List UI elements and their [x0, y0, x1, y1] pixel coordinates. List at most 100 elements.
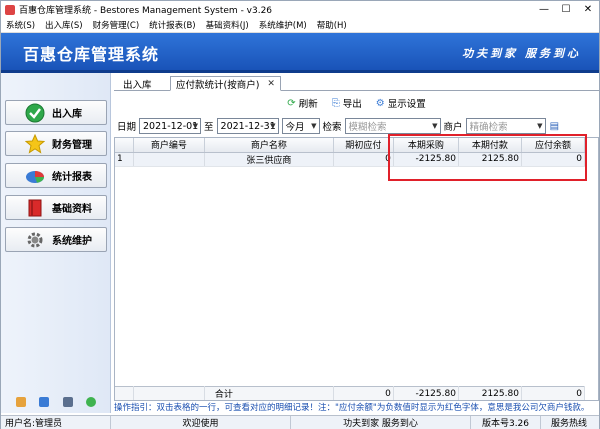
total-purchase: -2125.80: [393, 386, 459, 400]
col-header[interactable]: 应付余额: [521, 138, 586, 153]
grid-table: 商户编号 商户名称 期初应付 本期采购 本期付款 应付余额 1 张三供应商 0: [115, 138, 586, 167]
chevron-down-icon: ▼: [537, 122, 543, 130]
refresh-icon: ⟳: [287, 97, 296, 109]
sidebar-item-label: 系统维护: [52, 236, 92, 247]
period-value: 今月: [285, 122, 305, 133]
toolbar: ⟳ 刷新 ⎘ 导出 ⚙ 显示设置: [114, 95, 599, 111]
col-header[interactable]: 本期付款: [458, 138, 522, 153]
data-grid: 商户编号 商户名称 期初应付 本期采购 本期付款 应付余额 1 张三供应商 0: [114, 137, 599, 401]
chevron-down-icon: ▼: [311, 122, 317, 130]
to-label: 至: [204, 122, 214, 133]
merchant-placeholder: 精确检索: [469, 122, 508, 133]
merchant-name: 张三供应商: [204, 152, 334, 167]
search-label: 检索: [322, 122, 342, 133]
minimize-icon[interactable]: —: [533, 1, 555, 18]
main-panel: 出入库 应付款统计(按商户) ✕ ⟳ 刷新 ⎘ 导出 ⚙ 显示设置 日期 202…: [114, 73, 599, 413]
menu-system[interactable]: 系统(S): [1, 19, 40, 31]
grid-total-row: 合计 0 -2125.80 2125.80 0: [115, 386, 598, 400]
close-icon[interactable]: ✕: [577, 1, 599, 18]
col-header[interactable]: 商户编号: [133, 138, 205, 153]
sidebar-item-reports[interactable]: 统计报表: [5, 163, 107, 188]
status-slogan: 功夫到家 服务到心: [291, 415, 471, 429]
period-purchase: -2125.80: [393, 152, 459, 167]
row-number: 1: [115, 152, 134, 167]
sidebar-item-basic-data[interactable]: 基础资料: [5, 195, 107, 220]
tab-label: 出入库: [123, 79, 152, 91]
total-cell: [133, 386, 205, 400]
grid-header: 商户编号 商户名称 期初应付 本期采购 本期付款 应付余额: [115, 138, 586, 153]
monitor-icon[interactable]: [62, 397, 73, 407]
total-cell: [115, 386, 134, 400]
window-title: 百惠仓库管理系统 - Bestores Management System - …: [19, 6, 273, 16]
export-button[interactable]: ⎘ 导出: [332, 95, 362, 111]
info-icon[interactable]: [86, 397, 97, 407]
sidebar-item-label: 基础资料: [52, 204, 92, 215]
banner-title: 百惠仓库管理系统: [23, 45, 160, 64]
sidebar-item-inout[interactable]: 出入库: [5, 100, 107, 125]
menu-inout[interactable]: 出入库(S): [40, 19, 88, 31]
opening-payable: 0: [333, 152, 394, 167]
title-bar: 百惠仓库管理系统 - Bestores Management System - …: [1, 1, 599, 18]
col-header[interactable]: 本期采购: [393, 138, 459, 153]
sidebar-item-label: 财务管理: [52, 140, 92, 151]
col-header[interactable]: 商户名称: [204, 138, 334, 153]
merchant-label: 商户: [443, 122, 463, 133]
date-to-value: 2021-12-31: [220, 120, 276, 132]
close-icon[interactable]: ✕: [267, 79, 275, 89]
table-row[interactable]: 1 张三供应商 0 -2125.80 2125.80 0: [115, 152, 586, 167]
tab-inout[interactable]: 出入库: [118, 76, 157, 91]
sidebar-shortcuts: [1, 397, 111, 407]
header-banner: 百惠仓库管理系统 功夫到家 服务到心: [1, 33, 599, 73]
sidebar-item-finance[interactable]: 财务管理: [5, 131, 107, 156]
chevron-down-icon: ▼: [432, 122, 438, 130]
total-payment: 2125.80: [458, 386, 522, 400]
menu-basic-data[interactable]: 基础资料(J): [201, 19, 254, 31]
menu-help[interactable]: 帮助(H): [312, 19, 352, 31]
total-balance: 0: [521, 386, 586, 400]
search-input[interactable]: 模糊检索 ▼: [344, 118, 441, 134]
period-payment: 2125.80: [458, 152, 522, 167]
menu-bar: 系统(S) 出入库(S) 财务管理(C) 统计报表(B) 基础资料(J) 系统维…: [1, 18, 599, 33]
gear-icon: [24, 229, 46, 251]
tab-label: 应付款统计(按商户): [176, 79, 260, 91]
menu-finance[interactable]: 财务管理(C): [88, 19, 145, 31]
display-settings-button[interactable]: ⚙ 显示设置: [376, 95, 426, 111]
total-opening: 0: [333, 386, 394, 400]
banner-slogan: 功夫到家 服务到心: [462, 47, 581, 60]
menu-maintenance[interactable]: 系统维护(M): [254, 19, 312, 31]
help-icon[interactable]: [39, 397, 50, 407]
col-header[interactable]: 期初应付: [333, 138, 394, 153]
app-icon: [5, 4, 15, 15]
payable-balance: 0: [521, 152, 586, 167]
display-settings-label: 显示设置: [387, 99, 426, 110]
date-from-field[interactable]: 2021-12-01 ▼: [139, 118, 202, 134]
edit-icon[interactable]: [15, 397, 26, 407]
status-service: 服务热线: [550, 419, 587, 429]
refresh-label: 刷新: [298, 99, 318, 110]
date-label: 日期: [117, 122, 137, 133]
period-select[interactable]: 今月 ▼: [281, 118, 320, 134]
refresh-button[interactable]: ⟳ 刷新: [287, 95, 317, 111]
chevron-down-icon: ▼: [270, 122, 276, 130]
menu-reports[interactable]: 统计报表(B): [144, 19, 200, 31]
star-icon: [24, 133, 46, 155]
status-version: 版本号3.26: [471, 415, 541, 429]
status-user: 用户名:管理员: [1, 415, 111, 429]
status-bar: 用户名:管理员 欢迎使用 功夫到家 服务到心 版本号3.26 服务热线: [1, 415, 599, 429]
col-header[interactable]: [115, 138, 134, 153]
sidebar-item-label: 出入库: [52, 109, 82, 120]
sidebar-item-maintenance[interactable]: 系统维护: [5, 227, 107, 252]
merchant-input[interactable]: 精确检索 ▼: [465, 118, 546, 134]
maximize-icon[interactable]: ☐: [555, 1, 577, 18]
export-icon: ⎘: [331, 97, 340, 109]
status-welcome: 欢迎使用: [111, 415, 291, 429]
search-icon[interactable]: ▤: [550, 121, 559, 132]
merchant-code: [133, 152, 205, 167]
search-placeholder: 模糊检索: [348, 122, 387, 133]
filter-bar: 日期 2021-12-01 ▼ 至 2021-12-31 ▼ 今月 ▼ 检索 模…: [114, 117, 599, 135]
book-icon: [24, 197, 46, 219]
date-to-field[interactable]: 2021-12-31 ▼: [216, 118, 279, 134]
sidebar-item-label: 统计报表: [52, 172, 92, 183]
tab-payables[interactable]: 应付款统计(按商户) ✕: [170, 76, 281, 91]
app-window: 百惠仓库管理系统 - Bestores Management System - …: [0, 0, 600, 429]
